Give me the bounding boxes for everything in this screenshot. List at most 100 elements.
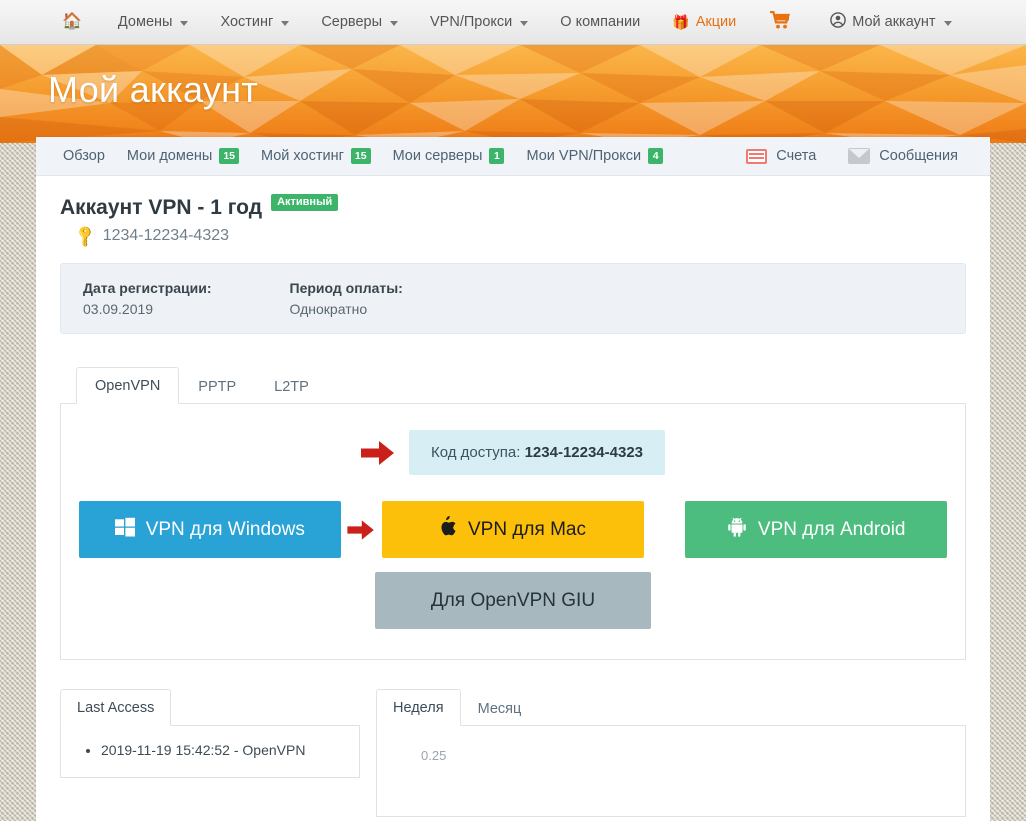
account-info-box: Дата регистрации: 03.09.2019 Период опла… [60, 263, 966, 334]
download-openvpn-gui-button[interactable]: Для OpenVPN GIU [375, 572, 651, 629]
tab-month[interactable]: Месяц [461, 690, 539, 726]
user-circle-icon [830, 12, 847, 32]
tab-overview[interactable]: Обзор [52, 137, 116, 176]
cart-icon [770, 10, 791, 33]
nav-item-promotions[interactable]: 🎁 Акции [656, 0, 752, 45]
chevron-down-icon [180, 20, 189, 26]
button-label: VPN для Android [757, 518, 906, 540]
info-value: Однократно [289, 301, 368, 317]
info-label: Период оплаты: [289, 280, 403, 296]
key-icon: 🔑 [73, 223, 99, 249]
tab-my-hosting[interactable]: Мой хостинг 15 [250, 137, 382, 176]
top-navigation-bar: 🏠 Домены Хостинг Серверы VPN/Прокси О ко… [0, 0, 1026, 45]
tab-label: Мои VPN/Прокси [526, 148, 642, 164]
nav-item-label: О компании [560, 14, 641, 30]
tab-label: Last Access [77, 700, 155, 716]
chevron-down-icon [390, 20, 399, 26]
usage-chart-panel: Неделя Месяц 0.25 [376, 688, 966, 817]
account-tab-bar: Обзор Мои домены 15 Мой хостинг 15 Мои с… [36, 137, 990, 176]
tab-label: Обзор [63, 148, 105, 164]
info-field-payment-period: Период оплаты: Однократно [290, 280, 403, 317]
page-title: Мой аккаунт [48, 69, 259, 110]
tab-badge: 1 [489, 147, 505, 165]
nav-item-label: Домены [117, 14, 173, 30]
nav-item-domains[interactable]: Домены [102, 0, 205, 45]
download-vpn-windows-button[interactable]: VPN для Windows [79, 501, 341, 558]
account-title: Аккаунт VPN - 1 год [60, 196, 263, 219]
tab-my-servers[interactable]: Мои серверы 1 [382, 137, 516, 176]
tab-badge: 15 [219, 147, 239, 165]
protocol-tab-pane: Код доступа: 1234-12234-4323 VPN для Win… [60, 404, 966, 660]
tab-label: Счета [776, 148, 817, 164]
gui-button-row: Для OpenVPN GIU [79, 572, 947, 629]
nav-item-label: Серверы [321, 14, 383, 30]
download-vpn-android-button[interactable]: VPN для Android [685, 501, 947, 558]
account-panel: Обзор Мои домены 15 Мой хостинг 15 Мои с… [36, 137, 990, 821]
status-badge: Активный [271, 193, 339, 211]
protocol-tab-block: OpenVPN PPTP L2TP Код доступа: 1234-1223… [60, 366, 966, 660]
tab-messages[interactable]: Сообщения [832, 137, 974, 176]
account-heading: Аккаунт VPN - 1 год Активный [60, 193, 966, 220]
tab-my-vpn-proxy[interactable]: Мои VPN/Прокси 4 [515, 137, 674, 176]
button-label: VPN для Mac [468, 518, 586, 540]
button-label: Для OpenVPN GIU [430, 589, 596, 611]
tab-l2tp[interactable]: L2TP [255, 368, 328, 404]
access-code-label: Код доступа: [430, 444, 521, 461]
nav-item-label: Акции [695, 14, 737, 30]
account-id-row: 🔑 1234-12234-4323 [60, 224, 966, 249]
access-code-box: Код доступа: 1234-12234-4323 [408, 430, 666, 475]
access-code-value: 1234-12234-4323 [524, 444, 644, 461]
tab-label: OpenVPN [95, 378, 161, 394]
tab-label: Месяц [477, 701, 522, 717]
last-access-pane: 2019-11-19 15:42:52 - OpenVPN [60, 726, 360, 778]
tab-openvpn[interactable]: OpenVPN [76, 367, 180, 404]
tab-label: Неделя [393, 700, 444, 716]
nav-item-my-account[interactable]: Мой аккаунт [814, 0, 967, 45]
button-label: VPN для Windows [145, 518, 305, 540]
chevron-down-icon [943, 20, 952, 26]
usage-chart-tab-bar: Неделя Месяц [376, 688, 966, 726]
nav-home-button[interactable]: 🏠 [0, 0, 102, 45]
chevron-down-icon [520, 20, 529, 26]
account-id-value: 1234-12234-4323 [102, 227, 230, 244]
tab-pptp[interactable]: PPTP [179, 368, 255, 404]
windows-icon [114, 517, 135, 543]
home-icon: 🏠 [62, 13, 82, 30]
tab-label: Мои домены [126, 148, 213, 164]
tab-badge: 4 [648, 147, 664, 165]
gift-icon: 🎁 [672, 13, 690, 30]
last-access-list: 2019-11-19 15:42:52 - OpenVPN [83, 740, 343, 761]
tab-label: Мой хостинг [261, 148, 344, 164]
tab-week[interactable]: Неделя [376, 689, 461, 726]
nav-item-vpn-proxy[interactable]: VPN/Прокси [414, 0, 544, 45]
panel-body: Аккаунт VPN - 1 год Активный 🔑 1234-1223… [36, 176, 990, 821]
tab-last-access[interactable]: Last Access [60, 689, 172, 726]
download-buttons-row: VPN для Windows VPN для Mac VPN для Andr… [79, 501, 947, 558]
chart-y-tick-label: 0.25 [421, 748, 447, 763]
last-access-tab-bar: Last Access [60, 688, 360, 726]
nav-item-servers[interactable]: Серверы [305, 0, 414, 45]
nav-cart-button[interactable] [752, 0, 808, 45]
arrow-right-icon [341, 518, 383, 542]
list-item: 2019-11-19 15:42:52 - OpenVPN [101, 740, 343, 761]
page-banner: Мой аккаунт [0, 45, 1026, 143]
usage-chart-plot: 0.25 [399, 740, 949, 800]
protocol-tab-bar: OpenVPN PPTP L2TP [60, 366, 966, 404]
tab-badge: 15 [350, 147, 371, 165]
nav-item-label: VPN/Прокси [430, 14, 513, 30]
usage-chart-pane: 0.25 [376, 726, 966, 817]
access-code-row: Код доступа: 1234-12234-4323 [79, 430, 947, 475]
info-value: 03.09.2019 [83, 301, 154, 317]
nav-item-hosting[interactable]: Хостинг [204, 0, 305, 45]
info-field-registration-date: Дата регистрации: 03.09.2019 [83, 280, 212, 317]
chevron-down-icon [281, 20, 290, 26]
nav-item-label: Мой аккаунт [852, 14, 936, 30]
tab-invoices[interactable]: Счета [730, 137, 832, 176]
android-icon [727, 517, 747, 543]
download-vpn-mac-button[interactable]: VPN для Mac [382, 501, 644, 558]
tab-my-domains[interactable]: Мои домены 15 [116, 137, 250, 176]
info-label: Дата регистрации: [83, 280, 212, 296]
account-tab-bar-right: Счета Сообщения [730, 137, 974, 176]
nav-item-about-company[interactable]: О компании [544, 0, 656, 45]
arrow-right-icon [360, 438, 395, 468]
